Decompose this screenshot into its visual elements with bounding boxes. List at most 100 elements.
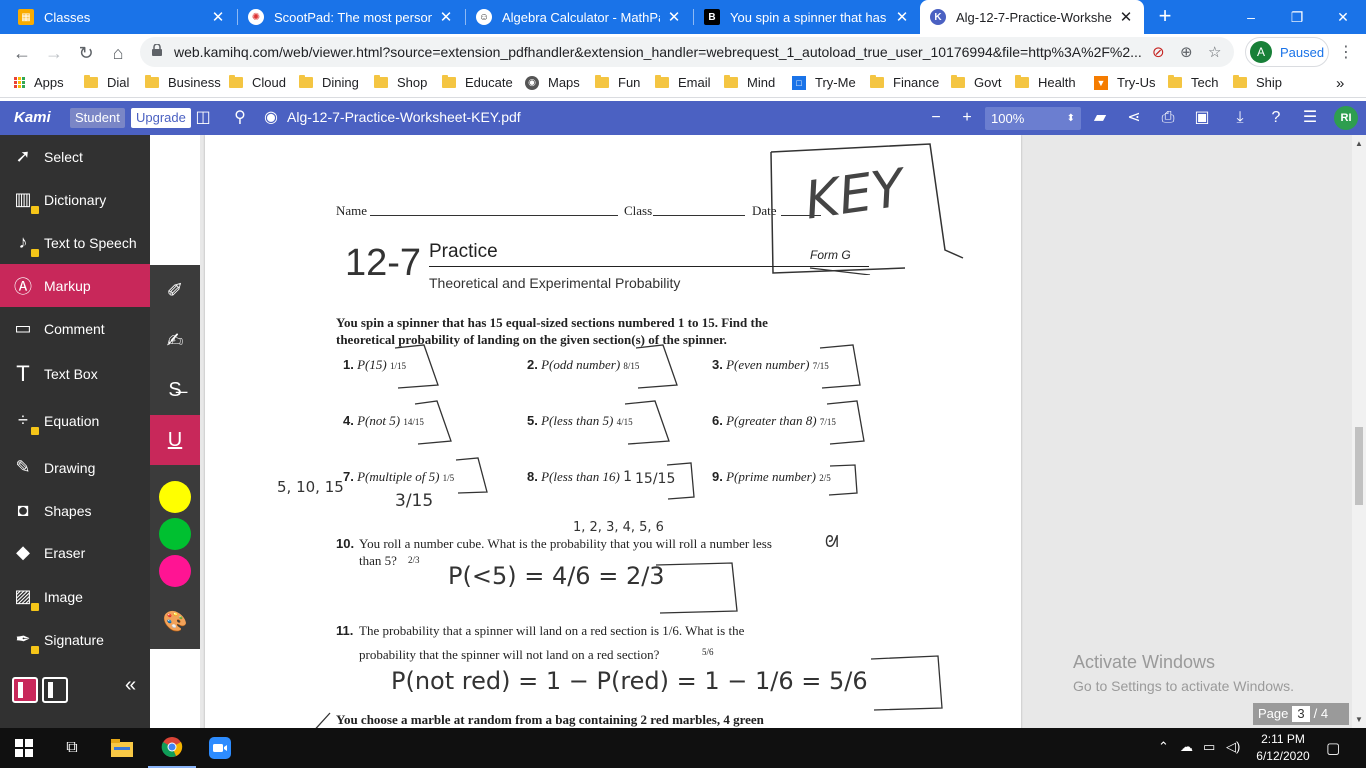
scrollbar-thumb[interactable] <box>1355 427 1363 505</box>
bookmark-try-me[interactable]: □ Try-Me <box>792 75 856 90</box>
scroll-up-icon[interactable]: ▲ <box>1355 139 1363 148</box>
bookmark-ship[interactable]: Ship <box>1233 75 1282 90</box>
page-number-input[interactable]: 3 <box>1292 706 1310 722</box>
tab-kami-worksheet[interactable]: K Alg-12-7-Practice-Worksheet-I ✕ <box>920 0 1144 34</box>
share-icon[interactable]: ⋖ <box>1123 107 1145 129</box>
bookmark-tech[interactable]: Tech <box>1168 75 1218 90</box>
tool-image[interactable]: ▨ Image <box>0 575 150 618</box>
print-icon[interactable]: ⎙ <box>1157 107 1179 129</box>
minimize-button[interactable]: – <box>1228 0 1274 34</box>
bookmark-try-us[interactable]: ▼ Try-Us <box>1094 75 1156 90</box>
tool-eraser[interactable]: ◆ Eraser <box>0 531 150 574</box>
network-icon[interactable]: ▭ <box>1203 739 1215 755</box>
blocked-icon[interactable]: ⊘ <box>1152 43 1165 61</box>
save-icon[interactable]: ▣ <box>1191 107 1213 129</box>
tray-chevron-icon[interactable]: ⌃ <box>1158 739 1169 755</box>
bookmark-fun[interactable]: Fun <box>595 75 640 90</box>
bookmark-email[interactable]: Email <box>655 75 711 90</box>
tool-equation[interactable]: ÷ Equation <box>0 399 150 442</box>
palette-icon[interactable]: 🎨 <box>150 596 200 646</box>
bookmark-dining[interactable]: Dining <box>299 75 359 90</box>
open-folder-icon[interactable]: ▰ <box>1089 107 1111 129</box>
sidebar-toggle-icon[interactable]: ◫ <box>192 107 214 129</box>
user-avatar[interactable]: RI <box>1334 106 1358 130</box>
task-view-icon[interactable]: ⧉ <box>48 728 96 768</box>
zoom-out-button[interactable]: − <box>925 107 947 129</box>
start-button[interactable] <box>0 728 48 768</box>
bookmark-label: Tech <box>1191 75 1219 90</box>
tab-classes[interactable]: ▦ Classes ✕ <box>8 0 236 34</box>
address-bar[interactable]: web.kamihq.com/web/viewer.html?source=ex… <box>140 37 1234 67</box>
tab-scootpad[interactable]: ✺ ScootPad: The most personaliz ✕ <box>238 0 464 34</box>
add-icon[interactable]: ⊕ <box>1180 43 1193 61</box>
color-swatch-yellow[interactable] <box>159 481 191 513</box>
notifications-icon[interactable]: ▢ <box>1326 739 1340 757</box>
bookmark-maps[interactable]: ◉ Maps <box>525 75 580 90</box>
close-icon[interactable]: ✕ <box>438 8 454 26</box>
bookmark-cloud[interactable]: Cloud <box>229 75 286 90</box>
brainly-icon: B <box>704 9 720 25</box>
star-icon[interactable]: ☆ <box>1208 43 1221 61</box>
bookmark-health[interactable]: Health <box>1015 75 1076 90</box>
vertical-scrollbar[interactable]: ▲ ▼ <box>1352 135 1366 728</box>
bookmarks-more-button[interactable]: » <box>1336 75 1344 92</box>
close-icon[interactable]: ✕ <box>666 8 682 26</box>
tool-shapes[interactable]: ◘ Shapes <box>0 489 150 532</box>
bookmark-educate[interactable]: Educate <box>442 75 513 90</box>
highlight-tool-icon[interactable]: ✐ <box>150 265 200 315</box>
tool-select[interactable]: ➚ Select <box>0 135 150 178</box>
bookmark-govt[interactable]: Govt <box>951 75 1001 90</box>
color-swatch-pink[interactable] <box>159 555 191 587</box>
zoom-select[interactable]: 100% ⬍ <box>985 107 1081 130</box>
search-icon[interactable]: ⚲ <box>229 107 251 129</box>
tab-brainly[interactable]: B You spin a spinner that has 15 ✕ <box>694 0 920 34</box>
new-tab-button[interactable]: + <box>1152 4 1178 30</box>
layout-left-button[interactable] <box>12 677 38 703</box>
back-icon[interactable]: ← <box>8 39 36 67</box>
scroll-down-icon[interactable]: ▼ <box>1355 715 1363 724</box>
tab-mathpapa[interactable]: ☺ Algebra Calculator - MathPapa ✕ <box>466 0 692 34</box>
close-icon[interactable]: ✕ <box>210 8 226 26</box>
window-close-button[interactable]: ✕ <box>1320 0 1366 34</box>
reload-icon[interactable]: ↻ <box>72 39 100 67</box>
bookmark-business[interactable]: Business <box>145 75 221 90</box>
maximize-button[interactable]: ❐ <box>1274 0 1320 34</box>
tool-dictionary[interactable]: ▥ Dictionary <box>0 178 150 221</box>
close-icon[interactable]: ✕ <box>1118 8 1134 26</box>
bookmark-dial[interactable]: Dial <box>84 75 129 90</box>
layout-right-button[interactable] <box>42 677 68 703</box>
strikethrough-tool-icon[interactable]: S̶ <box>150 365 200 415</box>
bookmark-shop[interactable]: Shop <box>374 75 427 90</box>
area-highlight-tool-icon[interactable]: ✍ <box>150 315 200 365</box>
url-text[interactable]: web.kamihq.com/web/viewer.html?source=ex… <box>174 44 1154 60</box>
home-icon[interactable]: ⌂ <box>104 39 132 67</box>
tool-markup[interactable]: Ⓐ Markup <box>0 264 150 307</box>
bookmark-finance[interactable]: Finance <box>870 75 939 90</box>
zoom-in-button[interactable]: + <box>956 107 978 129</box>
help-icon[interactable]: ? <box>1265 107 1287 129</box>
color-swatch-green[interactable] <box>159 518 191 550</box>
hamburger-menu-icon[interactable]: ☰ <box>1299 107 1321 129</box>
document-viewer[interactable]: Name Class Date KEY 12-7 Practice Form G… <box>200 135 1352 728</box>
more-menu-icon[interactable]: ⋮ <box>1338 42 1354 62</box>
upgrade-button[interactable]: Upgrade <box>131 108 191 128</box>
chrome-icon[interactable] <box>148 728 196 768</box>
zoom-app-icon[interactable] <box>196 728 244 768</box>
file-explorer-icon[interactable] <box>98 728 146 768</box>
download-icon[interactable]: ⤓ <box>1229 107 1251 129</box>
volume-icon[interactable]: ◁) <box>1226 739 1240 755</box>
bookmark-apps[interactable]: Apps <box>14 75 64 90</box>
underline-tool-icon[interactable]: U <box>150 415 200 465</box>
profile-button[interactable]: A Paused <box>1245 37 1329 67</box>
tool-text-box[interactable]: T Text Box <box>0 352 150 395</box>
close-icon[interactable]: ✕ <box>894 8 910 26</box>
tool-text-to-speech[interactable]: ♪ Text to Speech <box>0 221 150 264</box>
tool-drawing[interactable]: ✎ Drawing <box>0 446 150 489</box>
bookmark-mind[interactable]: Mind <box>724 75 775 90</box>
system-clock[interactable]: 2:11 PM 6/12/2020 <box>1253 731 1313 765</box>
tool-signature[interactable]: ✒ Signature <box>0 618 150 661</box>
onedrive-icon[interactable]: ☁ <box>1180 739 1193 755</box>
collapse-sidebar-button[interactable]: « <box>125 674 136 697</box>
forward-icon[interactable]: → <box>40 39 68 67</box>
tool-comment[interactable]: ▭ Comment <box>0 307 150 350</box>
